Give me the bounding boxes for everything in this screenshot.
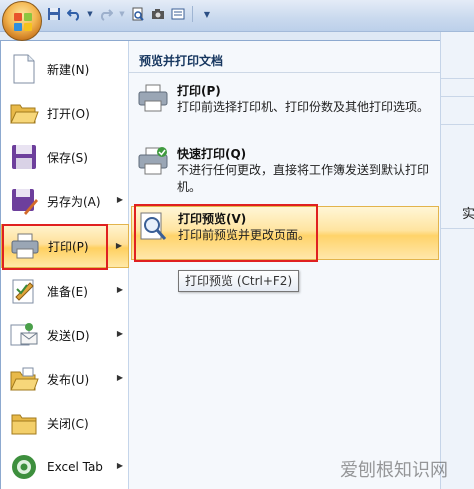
quick-access-toolbar: ▼ ▼ ▼ (0, 0, 474, 32)
submenu-arrow-icon: ▶ (116, 285, 123, 294)
submenu-item-description: 不进行任何更改，直接将工作簿发送到默认打印机。 (177, 163, 430, 194)
print-preview-tooltip: 打印预览 (Ctrl+F2) (178, 270, 300, 292)
submenu-item-title: 打印预览(V) (178, 212, 247, 226)
menu-item-open[interactable]: 打开(O) (1, 91, 129, 135)
camera-icon[interactable] (150, 6, 166, 22)
send-icon (7, 318, 41, 352)
menu-item-save[interactable]: 保存(S) (1, 135, 129, 179)
save-disk-icon (7, 140, 41, 174)
sheet-gridline (441, 228, 474, 229)
customize-arrow-icon[interactable]: ▼ (199, 6, 215, 22)
menu-item-label: 发送(D) (47, 328, 90, 343)
menu-item-label: 打开(O) (47, 106, 90, 121)
redo-dropdown-icon[interactable]: ▼ (118, 6, 126, 22)
submenu-item-quick-print[interactable]: 快速打印(Q) 不进行任何更改，直接将工作簿发送到默认打印机。 (131, 142, 439, 200)
menu-item-new[interactable]: 新建(N) (1, 47, 129, 91)
undo-dropdown-icon[interactable]: ▼ (86, 6, 94, 22)
form-icon[interactable] (170, 6, 186, 22)
submenu-item-print[interactable]: 打印(P) 打印前选择打印机、打印份数及其他打印选项。 (131, 79, 439, 137)
open-folder-icon (7, 96, 41, 130)
submenu-item-description: 打印前选择打印机、打印份数及其他打印选项。 (177, 100, 430, 114)
quick-print-icon (137, 146, 171, 180)
save-as-icon (7, 184, 41, 218)
prepare-icon (7, 274, 41, 308)
office-menu: 新建(N) 打开(O) 保存(S) 另存为(A) ▶ 打印(P) ▶ 准备(E)… (0, 40, 440, 489)
submenu-header: 预览并打印文档 (129, 49, 440, 73)
menu-item-label: 打印(P) (48, 239, 89, 254)
menu-item-label: 另存为(A) (47, 194, 101, 209)
save-icon[interactable] (46, 6, 62, 22)
submenu-item-title: 快速打印(Q) (177, 147, 247, 161)
print-preview-icon (138, 211, 172, 245)
menu-item-label: Excel Tab (47, 460, 103, 474)
office-logo-icon (14, 13, 32, 31)
menu-item-label: 发布(U) (47, 372, 90, 387)
print-preview-icon[interactable] (130, 6, 146, 22)
menu-item-send[interactable]: 发送(D) ▶ (1, 313, 129, 357)
menu-item-label: 新建(N) (47, 62, 90, 77)
excel-tab-icon (7, 450, 41, 484)
printer-icon (137, 83, 171, 117)
printer-icon (8, 229, 42, 263)
submenu-arrow-icon: ▶ (116, 373, 123, 382)
menu-item-close[interactable]: 关闭(C) (1, 401, 129, 445)
sheet-gridline (441, 78, 474, 79)
submenu-item-description: 打印前预览并更改页面。 (178, 228, 311, 242)
menu-item-save-as[interactable]: 另存为(A) ▶ (1, 179, 129, 223)
menu-command-list: 新建(N) 打开(O) 保存(S) 另存为(A) ▶ 打印(P) ▶ 准备(E)… (1, 41, 129, 489)
submenu-item-print-preview[interactable]: 打印预览(V) 打印前预览并更改页面。 (131, 206, 439, 260)
menu-item-label: 保存(S) (47, 150, 88, 165)
menu-item-print[interactable]: 打印(P) ▶ (1, 224, 129, 268)
menu-item-label: 关闭(C) (47, 416, 89, 431)
submenu-arrow-icon: ▶ (116, 461, 123, 470)
background-sheet (440, 32, 474, 489)
sheet-gridline (441, 96, 474, 97)
print-submenu: 预览并打印文档 打印(P) 打印前选择打印机、打印份数及其他打印选项。 快速打印… (129, 41, 440, 489)
publish-icon (7, 362, 41, 396)
qat-icons: ▼ ▼ ▼ (46, 6, 215, 22)
new-document-icon (7, 52, 41, 86)
toolbar-separator (192, 6, 193, 22)
menu-item-label: 准备(E) (47, 284, 88, 299)
close-folder-icon (7, 406, 41, 440)
submenu-item-title: 打印(P) (177, 84, 221, 98)
redo-icon[interactable] (98, 6, 114, 22)
office-button[interactable] (2, 1, 42, 41)
submenu-arrow-icon: ▶ (115, 241, 122, 250)
undo-icon[interactable] (66, 6, 82, 22)
sheet-gridline (441, 124, 474, 125)
menu-item-publish[interactable]: 发布(U) ▶ (1, 357, 129, 401)
site-watermark: 爱刨根知识网 (340, 460, 448, 481)
submenu-arrow-icon: ▶ (116, 329, 123, 338)
background-cell-text: 实 (462, 207, 474, 222)
menu-item-excel-tab[interactable]: Excel Tab ▶ (1, 445, 129, 489)
menu-item-prepare[interactable]: 准备(E) ▶ (1, 269, 129, 313)
submenu-arrow-icon: ▶ (116, 195, 123, 204)
